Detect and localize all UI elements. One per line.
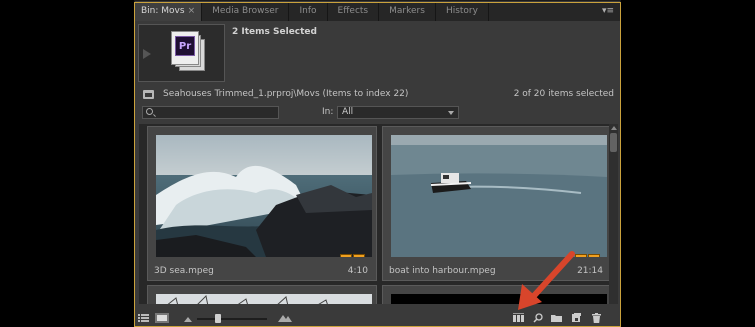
bin-path-row: Seahouses Trimmed_1.prproj\Movs (Items t… xyxy=(135,88,620,102)
clip-name: 3D sea.mpeg xyxy=(154,266,214,276)
clip-duration: 21:14 xyxy=(577,266,603,276)
tab-label: History xyxy=(445,6,478,16)
tab-label: Bin: Movs xyxy=(141,6,185,16)
premiere-logo: Pr xyxy=(175,36,195,56)
scroll-up-icon[interactable] xyxy=(611,126,617,130)
find-icon[interactable] xyxy=(533,313,544,323)
panel-footer xyxy=(135,310,620,327)
tab-label: Media Browser xyxy=(212,6,279,16)
trash-icon[interactable] xyxy=(591,313,602,323)
panel-menu-icon[interactable]: ▾≡ xyxy=(602,6,614,16)
clip-thumbnail-boat xyxy=(391,135,607,257)
play-icon[interactable] xyxy=(143,49,151,59)
audio-badge-icon xyxy=(588,254,600,257)
clip-badges xyxy=(340,254,365,257)
clip-card[interactable]: 3D sea.mpeg 4:10 xyxy=(147,126,377,281)
clip-thumbnail-black xyxy=(391,294,607,304)
audio-badge-icon xyxy=(353,254,365,257)
bin-path: Seahouses Trimmed_1.prproj\Movs (Items t… xyxy=(163,89,409,99)
tab-info[interactable]: Info xyxy=(289,3,328,21)
tab-label: Info xyxy=(299,6,317,16)
clip-name: boat into harbour.mpeg xyxy=(389,266,496,276)
clip-badges xyxy=(575,254,600,257)
clip-duration: 4:10 xyxy=(347,266,368,276)
tab-bin-movs[interactable]: Bin: Movs × xyxy=(135,3,203,21)
chevron-down-icon xyxy=(448,111,454,115)
search-icon xyxy=(146,108,153,115)
in-dropdown[interactable]: All xyxy=(337,106,459,119)
tab-markers[interactable]: Markers xyxy=(379,3,436,21)
clip-card[interactable]: boat into harbour.mpeg 21:14 xyxy=(382,126,609,281)
zoom-out-mountain-icon[interactable] xyxy=(183,313,194,323)
preview-area: Pr 2 Items Selected xyxy=(135,21,620,85)
tab-history[interactable]: History xyxy=(436,3,489,21)
close-icon[interactable]: × xyxy=(188,6,196,16)
video-badge-icon xyxy=(575,254,587,257)
clip-thumbnail-sea xyxy=(156,135,372,257)
harbour-image xyxy=(156,294,372,304)
folder-icon[interactable] xyxy=(143,90,154,99)
clip-card[interactable] xyxy=(147,285,377,304)
tab-label: Effects xyxy=(337,6,369,16)
video-badge-icon xyxy=(340,254,352,257)
zoom-in-mountain-icon[interactable] xyxy=(278,313,292,323)
clip-thumbnail-harbour xyxy=(156,294,372,304)
selection-title: 2 Items Selected xyxy=(232,27,317,37)
project-panel: Bin: Movs × Media Browser Info Effects Ma… xyxy=(134,0,621,327)
sea-wave-image xyxy=(156,135,372,257)
tab-media-browser[interactable]: Media Browser xyxy=(202,3,290,21)
new-item-icon[interactable] xyxy=(571,313,582,323)
vertical-scrollbar[interactable] xyxy=(609,124,618,304)
scrollbar-thumb[interactable] xyxy=(610,133,617,152)
in-label: In: xyxy=(322,107,334,117)
zoom-slider-track[interactable] xyxy=(197,318,267,320)
icon-view-icon[interactable] xyxy=(155,313,169,323)
tab-label: Markers xyxy=(389,6,425,16)
premiere-project-icon: Pr xyxy=(171,31,199,65)
tab-effects[interactable]: Effects xyxy=(328,3,380,21)
selection-count: 2 of 20 items selected xyxy=(513,89,614,99)
in-dropdown-value: All xyxy=(342,107,354,117)
search-row: In: All xyxy=(135,105,620,121)
clip-grid: 3D sea.mpeg 4:10 boat into harbour.mpeg … xyxy=(139,124,609,304)
boat-image xyxy=(391,135,607,257)
new-bin-icon[interactable] xyxy=(551,313,562,323)
tab-bar: Bin: Movs × Media Browser Info Effects Ma… xyxy=(135,3,620,21)
zoom-slider-thumb[interactable] xyxy=(215,314,221,323)
preview-thumbnail: Pr xyxy=(138,24,225,82)
automate-to-sequence-icon[interactable] xyxy=(513,313,526,323)
clip-card[interactable] xyxy=(382,285,609,304)
list-view-icon[interactable] xyxy=(138,313,149,323)
search-input[interactable] xyxy=(142,106,279,119)
